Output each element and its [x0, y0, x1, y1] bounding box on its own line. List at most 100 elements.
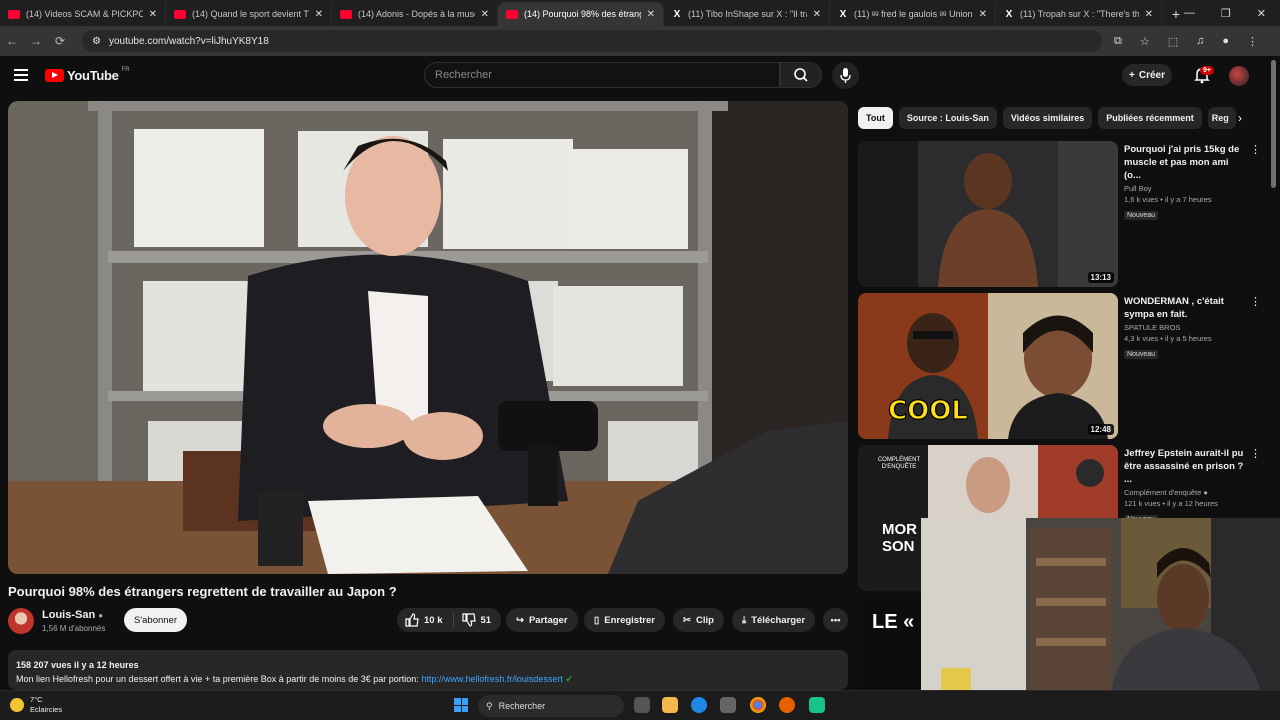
video-thumbnail[interactable]: 13:13 [858, 141, 1118, 287]
youtube-logo[interactable]: YouTube FR [45, 67, 130, 83]
chip-source[interactable]: Source : Louis-San [898, 107, 997, 129]
hamburger-menu-icon[interactable] [14, 69, 28, 81]
weather-widget[interactable]: 7°C Eclaircies [10, 695, 62, 715]
forward-icon[interactable]: → [24, 34, 48, 48]
chrome-icon[interactable] [750, 697, 766, 713]
rec-meta: 4,3 k vues • il y a 5 heures [1124, 334, 1212, 343]
like-dislike-group: 10 k 51 [397, 608, 501, 632]
share-button[interactable]: ↪ Partager [506, 608, 578, 632]
description-link[interactable]: http://www.hellofresh.fr/louisdessert [421, 674, 563, 684]
minimize-icon[interactable]: — [1184, 7, 1195, 19]
windows-start-icon[interactable] [454, 698, 468, 712]
tab-title: (14) Adonis - Dopés à la musculation [358, 9, 475, 19]
video-thumbnail[interactable]: COOL 12:48 [858, 293, 1118, 439]
weather-condition: Eclaircies [30, 705, 63, 714]
rec-meta: 121 k vues • il y a 12 heures [1124, 499, 1218, 508]
task-view-icon[interactable] [634, 697, 650, 713]
browser-tab[interactable]: X (11) Tibo InShape sur X : "Il tra ✕ [664, 2, 830, 26]
youtube-icon [8, 9, 20, 19]
rec-channel[interactable]: Complément d'enquête ● [1124, 488, 1248, 497]
plus-icon: + [1129, 69, 1135, 81]
url-field[interactable]: ⚙ youtube.com/watch?v=liJhuYK8Y18 [82, 30, 1102, 52]
more-actions-button[interactable]: ••• [823, 608, 848, 632]
video-player[interactable] [8, 101, 848, 574]
edge-icon[interactable] [691, 697, 707, 713]
subscribe-button[interactable]: S'abonner [124, 608, 187, 632]
chip-all[interactable]: Tout [858, 107, 893, 129]
new-badge: Nouveau [1124, 211, 1159, 220]
firefox-icon[interactable] [779, 697, 795, 713]
browser-tab[interactable]: X (11) Tropah sur X : "There's thi ✕ [996, 2, 1162, 26]
close-icon[interactable]: ✕ [149, 9, 157, 20]
tab-title: (14) Pourquoi 98% des étrangers [524, 9, 641, 19]
close-icon[interactable]: ✕ [979, 9, 987, 20]
store-icon[interactable] [720, 697, 736, 713]
rec-title[interactable]: WONDERMAN , c'était sympa en fait. [1124, 295, 1248, 321]
menu-icon[interactable]: ⋮ [1247, 35, 1258, 48]
scrollbar[interactable] [1271, 60, 1276, 188]
browser-tab[interactable]: X (11) ᵍᵍ fred le gaulois ᵍᵍ Union ✕ [830, 2, 996, 26]
thumbnail-text: LE « [872, 611, 915, 633]
browser-tab-active[interactable]: (14) Pourquoi 98% des étrangers ✕ [498, 2, 664, 26]
recommendation-item[interactable]: 13:13 Pourquoi j'ai pris 15kg de muscle … [858, 141, 1268, 288]
download-icon: ⤓ [742, 614, 747, 626]
scissors-icon: ✂ [683, 614, 691, 626]
rec-title[interactable]: Pourquoi j'ai pris 15kg de muscle et pas… [1124, 143, 1248, 182]
kebab-menu-icon[interactable]: ⋮ [1250, 295, 1261, 308]
kebab-menu-icon[interactable]: ⋮ [1250, 143, 1261, 156]
weather-sun-icon [10, 698, 24, 712]
site-info-icon[interactable]: ⚙ [92, 36, 101, 47]
taskbar-search[interactable]: ⚲ Rechercher [478, 695, 624, 717]
restore-icon[interactable]: ❐ [1221, 7, 1231, 20]
thumbnail-text: COOL [888, 396, 968, 426]
rec-title[interactable]: Jeffrey Epstein aurait-il pu être assass… [1124, 447, 1248, 486]
close-icon[interactable]: ✕ [647, 9, 655, 20]
search-button[interactable] [780, 62, 822, 88]
chip-recent[interactable]: Publiées récemment [1098, 107, 1202, 129]
file-explorer-icon[interactable] [662, 697, 678, 713]
browser-tab[interactable]: (14) Adonis - Dopés à la musculation ✕ [332, 2, 498, 26]
profile-icon[interactable]: ● [1222, 35, 1229, 48]
cast-icon[interactable]: ⧉ [1114, 35, 1122, 48]
browser-tab[interactable]: (14) Videos SCAM & PICKPOCKET ✕ [0, 2, 166, 26]
channel-name[interactable]: Louis-San ● [42, 609, 103, 621]
media-icon[interactable]: ♫ [1196, 35, 1204, 48]
voice-search-button[interactable] [832, 62, 859, 89]
close-icon[interactable]: ✕ [315, 9, 323, 20]
close-icon[interactable]: ✕ [481, 9, 489, 20]
browser-tab[interactable]: (14) Quand le sport devient TOXIQUE ✕ [166, 2, 332, 26]
like-button[interactable]: 10 k [405, 613, 454, 627]
back-icon[interactable]: ← [0, 34, 24, 48]
like-count: 10 k [424, 614, 443, 626]
search-input[interactable]: Rechercher [424, 62, 780, 88]
reload-icon[interactable]: ⟳ [48, 34, 72, 48]
rec-channel[interactable]: Pull Boy [1124, 184, 1248, 193]
thumbnail-brand: COMPLÉMENT D'ENQUÊTE [877, 457, 921, 470]
recommendation-item[interactable]: COOL 12:48 WONDERMAN , c'était sympa en … [858, 293, 1268, 440]
rec-channel[interactable]: SPATULE BROS [1124, 323, 1248, 332]
video-frame [8, 101, 848, 574]
extensions-icon[interactable]: ⬚ [1168, 35, 1178, 48]
chevron-right-icon[interactable]: › [1238, 111, 1242, 125]
close-window-icon[interactable]: ✕ [1257, 7, 1266, 20]
video-title: Pourquoi 98% des étrangers regrettent de… [8, 584, 397, 599]
save-button[interactable]: ▯ Enregistrer [584, 608, 665, 632]
dislike-button[interactable]: 51 [454, 613, 491, 627]
chip-partial[interactable]: Reg [1207, 107, 1236, 129]
description-text: Mon lien Hellofresh pour un dessert offe… [16, 674, 573, 684]
kebab-menu-icon[interactable]: ⋮ [1250, 447, 1261, 460]
description-box[interactable]: 158 207 vues il y a 12 heures Mon lien H… [8, 650, 848, 690]
bookmark-star-icon[interactable]: ☆ [1140, 35, 1150, 48]
close-icon[interactable]: ✕ [813, 9, 821, 20]
channel-avatar[interactable] [8, 608, 34, 634]
youtube-icon [174, 9, 186, 19]
tab-title: (11) Tibo InShape sur X : "Il tra [688, 9, 807, 19]
create-button[interactable]: + Créer [1122, 64, 1172, 86]
download-button[interactable]: ⤓ Télécharger [732, 608, 816, 632]
address-bar-row: ← → ⟳ ⚙ youtube.com/watch?v=liJhuYK8Y18 … [0, 26, 1280, 56]
app-icon[interactable] [809, 697, 825, 713]
chip-similar[interactable]: Vidéos similaires [1002, 107, 1093, 129]
close-icon[interactable]: ✕ [1145, 9, 1153, 20]
clip-button[interactable]: ✂ Clip [673, 608, 724, 632]
account-avatar[interactable] [1229, 66, 1249, 86]
